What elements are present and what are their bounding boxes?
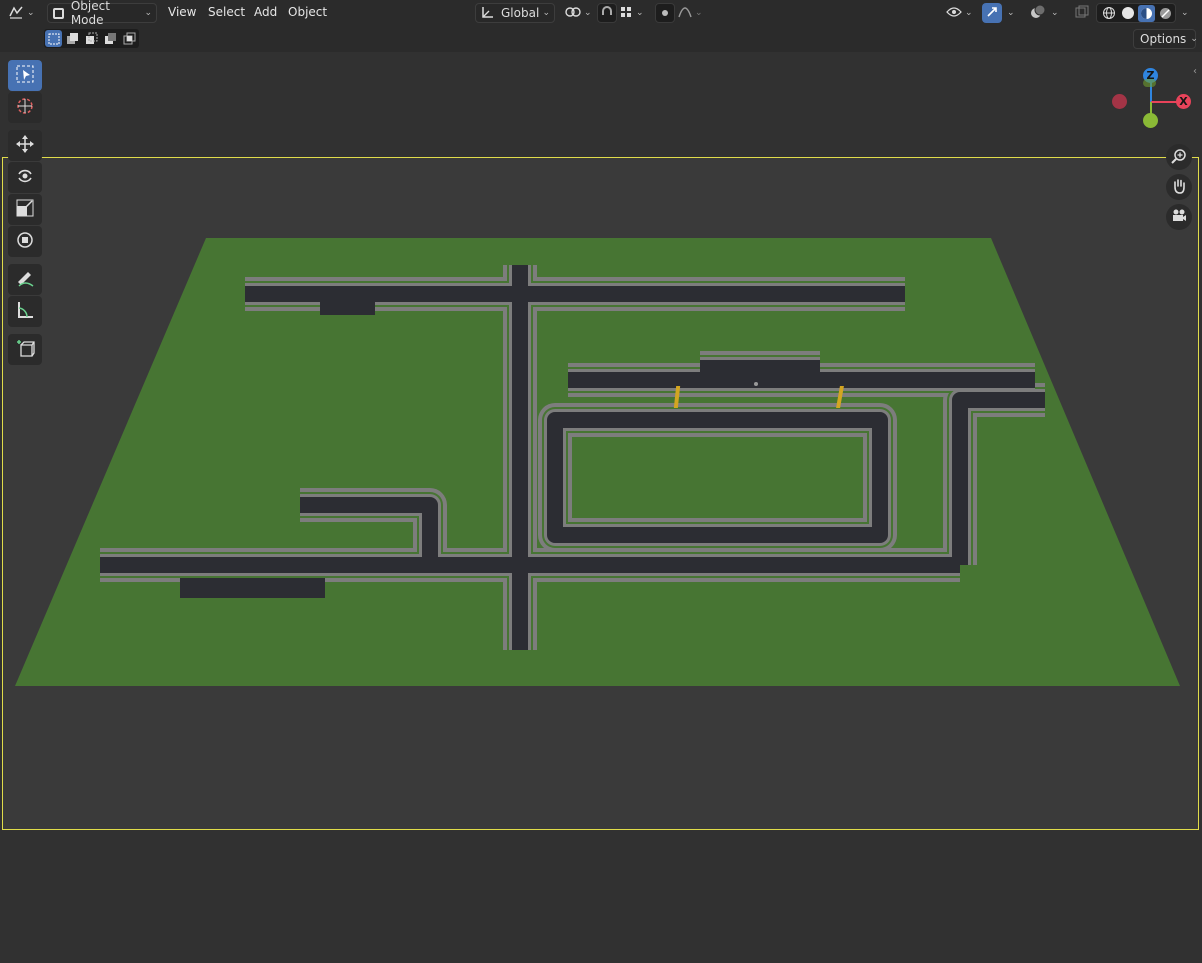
tool-measure[interactable] <box>8 296 42 327</box>
axis-neg-x-ball[interactable] <box>1112 94 1127 109</box>
pan-button[interactable] <box>1166 174 1192 200</box>
hand-icon <box>1171 178 1187 197</box>
rotate-icon <box>15 166 35 189</box>
cursor-icon <box>15 96 35 119</box>
annotate-pencil-icon <box>15 268 35 291</box>
tool-annotate[interactable] <box>8 264 42 295</box>
camera-frame <box>2 157 1199 830</box>
tool-add-cube[interactable] <box>8 334 42 365</box>
camera-icon <box>1171 208 1187 227</box>
add-cube-icon <box>15 338 35 361</box>
zoom-button[interactable] <box>1166 144 1192 170</box>
move-icon <box>15 134 35 157</box>
scale-icon <box>15 198 35 221</box>
sidebar-toggle-icon[interactable]: ‹ <box>1193 66 1197 77</box>
tool-transform[interactable] <box>8 226 42 257</box>
transform-icon <box>15 230 35 253</box>
camera-view-button[interactable] <box>1166 204 1192 230</box>
axis-x-ball[interactable]: X <box>1176 94 1191 109</box>
axis-y-ball[interactable] <box>1143 113 1158 128</box>
zoom-icon <box>1171 148 1187 167</box>
measure-ruler-icon <box>15 300 35 323</box>
tool-cursor[interactable] <box>8 92 42 123</box>
axis-neg-y-ball[interactable] <box>1143 79 1156 87</box>
navigation-gizmo[interactable]: Z X <box>1105 64 1197 140</box>
tool-move[interactable] <box>8 130 42 161</box>
tool-select-box[interactable] <box>8 60 42 91</box>
tool-rotate[interactable] <box>8 162 42 193</box>
select-box-icon <box>15 64 35 87</box>
tool-scale[interactable] <box>8 194 42 225</box>
axis-x-label: X <box>1179 95 1188 108</box>
